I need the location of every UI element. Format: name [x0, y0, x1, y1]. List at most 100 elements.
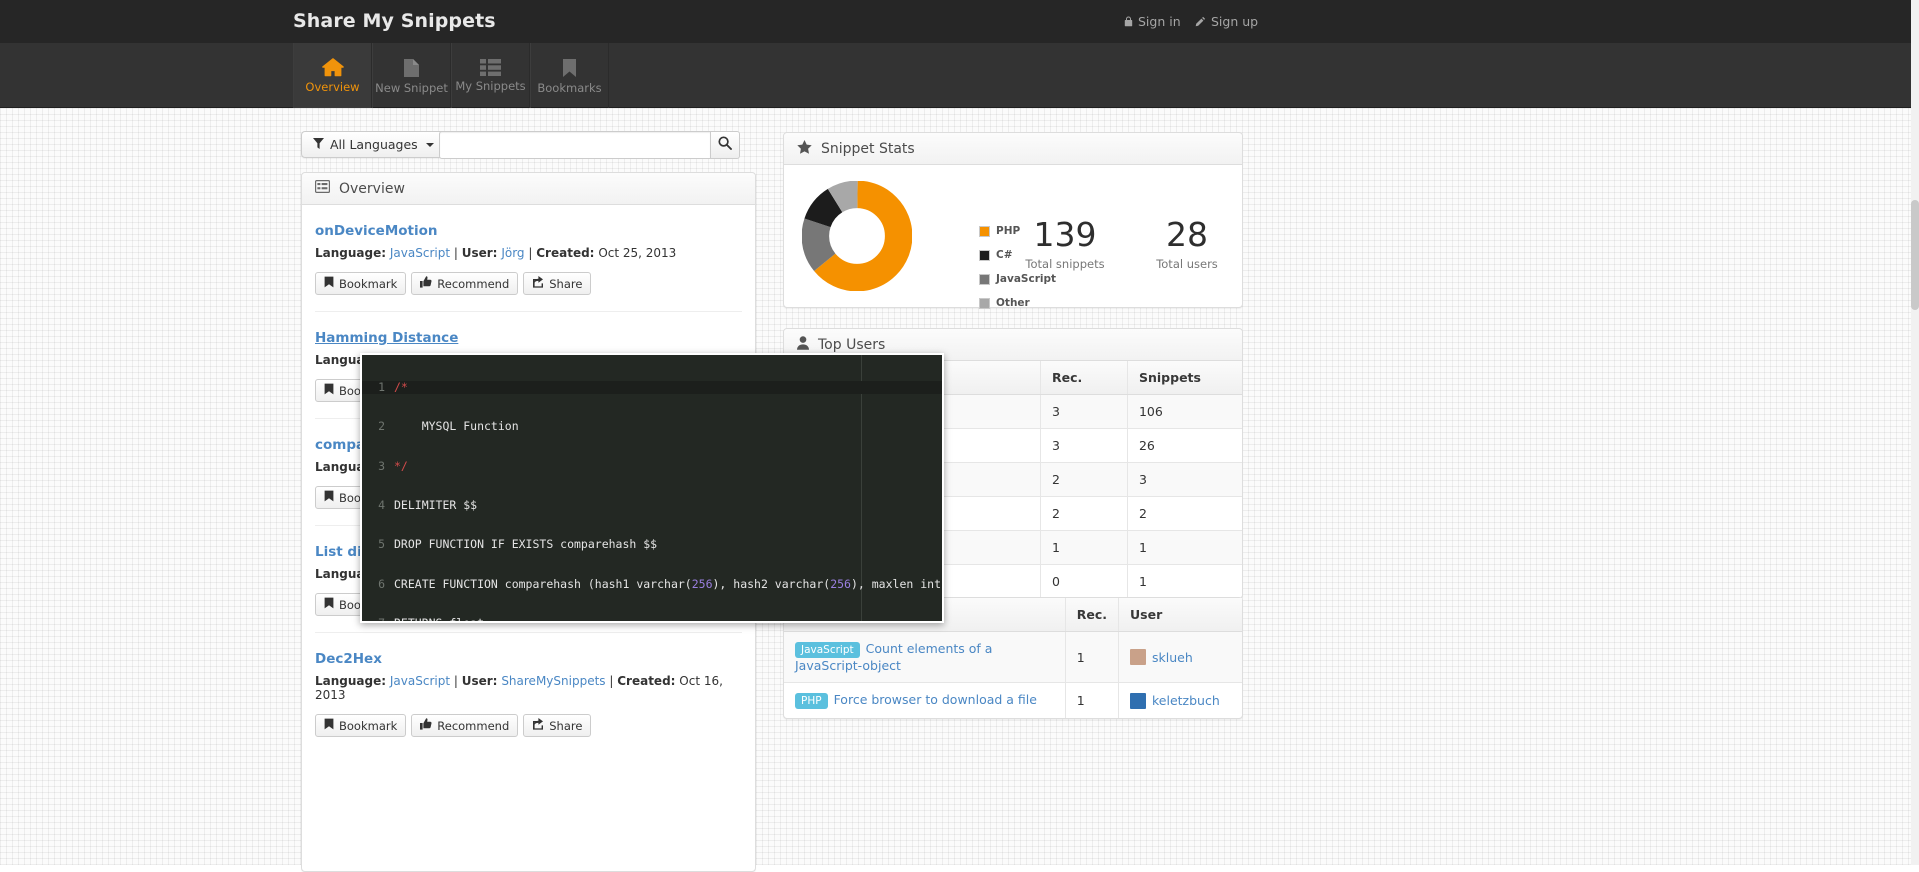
star-icon — [797, 139, 812, 158]
created-label: Created: — [617, 674, 676, 688]
column-header-snippets[interactable]: Snippets — [1126, 361, 1242, 395]
thumbs-up-icon — [420, 718, 432, 733]
code-line: 2 MYSQL Function — [362, 420, 942, 433]
overview-panel-header: Overview — [302, 173, 755, 205]
snippet-meta: Language: JavaScript | User: Jörg | Crea… — [315, 246, 742, 260]
nav-tab-my-snippets[interactable]: My Snippets — [451, 43, 530, 108]
recommend-button-label: Recommend — [437, 718, 510, 733]
snippet-title-link[interactable]: Dec2Hex — [315, 651, 382, 667]
right-column: Snippet Stats PHP C# JavaScript Other 13… — [783, 132, 1243, 719]
sign-up-link[interactable]: Sign up — [1195, 14, 1258, 29]
file-icon — [403, 58, 420, 78]
nav-tab-overview-label: Overview — [305, 80, 360, 94]
snippet-created-date: Oct 25, 2013 — [598, 246, 677, 260]
list-icon — [480, 59, 501, 76]
page-scrollbar[interactable] — [1911, 0, 1919, 865]
recommend-button[interactable]: Recommend — [411, 714, 519, 737]
user-label: User: — [461, 674, 498, 688]
snippet-user-link[interactable]: ShareMySnippets — [501, 674, 605, 688]
snippet-language-link[interactable]: JavaScript — [390, 246, 450, 260]
code-line-number: 2 — [378, 419, 385, 434]
search-button[interactable] — [710, 131, 740, 159]
total-users-value: 28 — [1166, 215, 1208, 254]
snippet-list-item: Dec2Hex Language: JavaScript | User: Sha… — [315, 633, 742, 753]
share-button-label: Share — [549, 276, 583, 291]
cell-snippets: 1 — [1126, 530, 1242, 565]
nav-tab-new-snippet[interactable]: New Snippet — [372, 43, 451, 108]
user-link[interactable]: keletzbuch — [1152, 693, 1220, 708]
bookmark-button[interactable]: Bookmark — [315, 272, 407, 295]
snippet-language-link[interactable]: JavaScript — [390, 674, 450, 688]
code-line-text: */ — [394, 458, 408, 473]
code-preview-popup[interactable]: 1 /* 2 MYSQL Function 3 */ 4 DELIMITER $$ 5… — [360, 353, 944, 623]
snippet-actions: Bookmark Recommend Share — [315, 714, 742, 737]
cell-snippets: 2 — [1126, 496, 1242, 531]
bookmark-icon — [324, 718, 334, 733]
scrollbar-thumb[interactable] — [1911, 200, 1919, 310]
code-line-text: RETURNS float — [394, 616, 484, 621]
share-icon — [532, 276, 544, 291]
table-row: PHP Force browser to download a file 1 ke… — [784, 682, 1242, 718]
snippet-stats-title: Snippet Stats — [821, 140, 915, 157]
legend-label-csharp: C# — [996, 249, 1013, 261]
column-header-rec[interactable]: Rec. — [1064, 598, 1119, 632]
user-icon — [797, 335, 809, 354]
cell-snippets: 106 — [1126, 394, 1242, 429]
code-line-text: /* — [394, 380, 408, 395]
code-line-number: 1 — [378, 380, 385, 395]
snippet-stats-panel: Snippet Stats PHP C# JavaScript Other 13… — [783, 132, 1243, 309]
search-input[interactable] — [439, 131, 711, 159]
nav-tab-bookmarks[interactable]: Bookmarks — [530, 43, 609, 108]
snippet-link[interactable]: Force browser to download a file — [834, 692, 1037, 707]
meta-separator: | — [528, 246, 533, 260]
recommend-button-label: Recommend — [437, 276, 510, 291]
legend-swatch-csharp — [979, 249, 990, 261]
legend-swatch-javascript — [979, 273, 990, 285]
snippet-title-link[interactable]: onDeviceMotion — [315, 223, 438, 239]
sign-in-label: Sign in — [1138, 14, 1181, 29]
column-header-rec[interactable]: Rec. — [1039, 361, 1128, 395]
bookmark-button-label: Bookmark — [339, 276, 398, 291]
user-link[interactable]: sklueh — [1152, 650, 1193, 665]
legend-item: Other — [979, 297, 1056, 309]
site-brand[interactable]: Share My Snippets — [293, 10, 496, 32]
bookmark-icon — [324, 276, 334, 291]
code-line-text: DROP FUNCTION IF EXISTS comparehash $$ — [394, 537, 658, 552]
cell-user: keletzbuch — [1118, 682, 1242, 718]
language-filter-dropdown[interactable]: All Languages — [301, 131, 446, 158]
created-label: Created: — [536, 246, 595, 260]
bookmark-icon — [562, 58, 577, 78]
cell-rec: 3 — [1039, 394, 1128, 429]
funnel-icon — [313, 137, 324, 152]
cell-snippets: 1 — [1126, 564, 1242, 598]
pencil-icon — [1195, 16, 1206, 27]
code-line: 4 DELIMITER $$ — [362, 498, 942, 512]
legend-item: JavaScript — [979, 273, 1056, 285]
sign-in-link[interactable]: Sign in — [1124, 14, 1181, 29]
code-line: 5 DROP FUNCTION IF EXISTS comparehash $$ — [362, 538, 942, 551]
snippet-actions: Bookmark Recommend Share — [315, 272, 742, 295]
snippet-title-link[interactable]: Hamming Distance — [315, 330, 458, 346]
bookmark-button[interactable]: Bookmark — [315, 714, 407, 737]
code-preview-body: 1 /* 2 MYSQL Function 3 */ 4 DELIMITER $$ 5… — [362, 355, 942, 621]
list-alt-icon — [315, 180, 331, 197]
snippet-stats-header: Snippet Stats — [784, 133, 1242, 165]
search-icon — [718, 136, 732, 154]
code-line-text: MYSQL Function — [394, 419, 519, 434]
recommend-button[interactable]: Recommend — [411, 272, 519, 295]
avatar — [1130, 649, 1146, 665]
share-icon — [532, 718, 544, 733]
column-header-user[interactable]: User — [1118, 598, 1242, 632]
share-button[interactable]: Share — [523, 272, 592, 295]
table-row: JavaScript Count elements of a JavaScript… — [784, 631, 1242, 683]
share-button[interactable]: Share — [523, 714, 592, 737]
code-line-number: 7 — [362, 616, 394, 621]
cell-rec: 1 — [1064, 682, 1119, 718]
language-badge: JavaScript — [795, 642, 860, 658]
snippet-user-link[interactable]: Jörg — [501, 246, 524, 260]
snippet-language-donut-chart — [801, 180, 913, 295]
nav-tab-my-snippets-label: My Snippets — [455, 79, 526, 93]
code-line: 6 CREATE FUNCTION comparehash (hash1 varc… — [362, 577, 942, 591]
nav-tab-overview[interactable]: Overview — [293, 43, 372, 108]
sign-up-label: Sign up — [1211, 14, 1259, 29]
